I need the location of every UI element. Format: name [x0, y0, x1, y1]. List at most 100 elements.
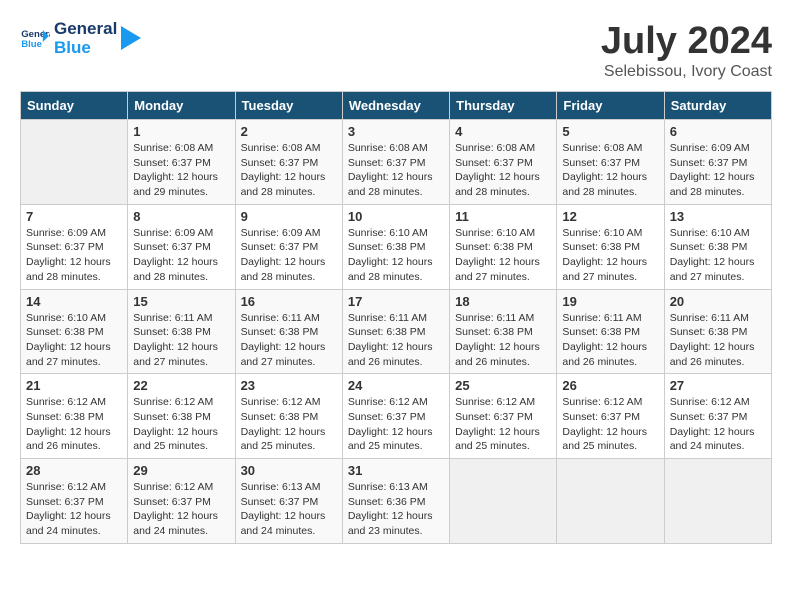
day-info: Sunrise: 6:11 AM Sunset: 6:38 PM Dayligh…	[562, 311, 658, 370]
calendar-cell: 26 Sunrise: 6:12 AM Sunset: 6:37 PM Dayli…	[557, 374, 664, 459]
day-number: 1	[133, 124, 229, 139]
calendar-cell: 21 Sunrise: 6:12 AM Sunset: 6:38 PM Dayli…	[21, 374, 128, 459]
calendar-header-row: SundayMondayTuesdayWednesdayThursdayFrid…	[21, 92, 772, 120]
calendar-cell: 5 Sunrise: 6:08 AM Sunset: 6:37 PM Daylig…	[557, 120, 664, 205]
day-info: Sunrise: 6:08 AM Sunset: 6:37 PM Dayligh…	[241, 141, 337, 200]
day-info: Sunrise: 6:08 AM Sunset: 6:37 PM Dayligh…	[455, 141, 551, 200]
day-info: Sunrise: 6:11 AM Sunset: 6:38 PM Dayligh…	[133, 311, 229, 370]
calendar-cell: 17Sunrise: 6:11 AM Sunset: 6:38 PM Dayli…	[342, 289, 449, 374]
day-info: Sunrise: 6:08 AM Sunset: 6:37 PM Dayligh…	[348, 141, 444, 200]
day-info: Sunrise: 6:12 AM Sunset: 6:37 PM Dayligh…	[348, 395, 444, 454]
day-info: Sunrise: 6:12 AM Sunset: 6:37 PM Dayligh…	[562, 395, 658, 454]
calendar-cell	[557, 459, 664, 544]
calendar-cell: 29Sunrise: 6:12 AM Sunset: 6:37 PM Dayli…	[128, 459, 235, 544]
calendar-cell: 6 Sunrise: 6:09 AM Sunset: 6:37 PM Daylig…	[664, 120, 771, 205]
day-number: 7	[26, 209, 122, 224]
day-number: 4	[455, 124, 551, 139]
day-info: Sunrise: 6:11 AM Sunset: 6:38 PM Dayligh…	[455, 311, 551, 370]
calendar-table: SundayMondayTuesdayWednesdayThursdayFrid…	[20, 91, 772, 544]
day-number: 18	[455, 294, 551, 309]
day-number: 16	[241, 294, 337, 309]
location-subtitle: Selebissou, Ivory Coast	[601, 63, 772, 81]
day-info: Sunrise: 6:10 AM Sunset: 6:38 PM Dayligh…	[26, 311, 122, 370]
day-number: 20	[670, 294, 766, 309]
day-info: Sunrise: 6:09 AM Sunset: 6:37 PM Dayligh…	[670, 141, 766, 200]
logo-blue: Blue	[54, 39, 117, 58]
svg-text:Blue: Blue	[21, 38, 42, 49]
day-number: 12	[562, 209, 658, 224]
day-info: Sunrise: 6:08 AM Sunset: 6:37 PM Dayligh…	[133, 141, 229, 200]
calendar-week-row: 14 Sunrise: 6:10 AM Sunset: 6:38 PM Dayli…	[21, 289, 772, 374]
calendar-cell: 11 Sunrise: 6:10 AM Sunset: 6:38 PM Dayli…	[450, 204, 557, 289]
day-header-saturday: Saturday	[664, 92, 771, 120]
calendar-week-row: 28 Sunrise: 6:12 AM Sunset: 6:37 PM Dayli…	[21, 459, 772, 544]
day-number: 10	[348, 209, 444, 224]
day-number: 5	[562, 124, 658, 139]
day-info: Sunrise: 6:11 AM Sunset: 6:38 PM Dayligh…	[348, 311, 444, 370]
calendar-cell: 7Sunrise: 6:09 AM Sunset: 6:37 PM Daylig…	[21, 204, 128, 289]
calendar-cell	[450, 459, 557, 544]
calendar-cell: 8Sunrise: 6:09 AM Sunset: 6:37 PM Daylig…	[128, 204, 235, 289]
day-info: Sunrise: 6:12 AM Sunset: 6:38 PM Dayligh…	[26, 395, 122, 454]
calendar-cell: 4 Sunrise: 6:08 AM Sunset: 6:37 PM Daylig…	[450, 120, 557, 205]
calendar-cell	[664, 459, 771, 544]
day-number: 6	[670, 124, 766, 139]
day-number: 15	[133, 294, 229, 309]
day-info: Sunrise: 6:09 AM Sunset: 6:37 PM Dayligh…	[241, 226, 337, 285]
page-header: General Blue General Blue July 2024 Sele…	[20, 20, 772, 81]
day-header-tuesday: Tuesday	[235, 92, 342, 120]
logo-general: General	[54, 20, 117, 39]
day-number: 31	[348, 463, 444, 478]
calendar-cell: 31 Sunrise: 6:13 AM Sunset: 6:36 PM Dayli…	[342, 459, 449, 544]
day-header-sunday: Sunday	[21, 92, 128, 120]
day-number: 21	[26, 378, 122, 393]
calendar-cell: 16 Sunrise: 6:11 AM Sunset: 6:38 PM Dayli…	[235, 289, 342, 374]
day-info: Sunrise: 6:12 AM Sunset: 6:38 PM Dayligh…	[133, 395, 229, 454]
day-info: Sunrise: 6:13 AM Sunset: 6:37 PM Dayligh…	[241, 480, 337, 539]
day-info: Sunrise: 6:11 AM Sunset: 6:38 PM Dayligh…	[241, 311, 337, 370]
calendar-cell: 18 Sunrise: 6:11 AM Sunset: 6:38 PM Dayli…	[450, 289, 557, 374]
day-info: Sunrise: 6:12 AM Sunset: 6:37 PM Dayligh…	[670, 395, 766, 454]
calendar-week-row: 7 Sunrise: 6:09 AM Sunset: 6:37 PM Daylig…	[21, 204, 772, 289]
calendar-cell: 28Sunrise: 6:12 AM Sunset: 6:37 PM Dayli…	[21, 459, 128, 544]
day-number: 2	[241, 124, 337, 139]
day-info: Sunrise: 6:09 AM Sunset: 6:37 PM Dayligh…	[133, 226, 229, 285]
day-number: 19	[562, 294, 658, 309]
calendar-cell: 23Sunrise: 6:12 AM Sunset: 6:38 PM Dayli…	[235, 374, 342, 459]
day-number: 26	[562, 378, 658, 393]
calendar-cell: 25 Sunrise: 6:12 AM Sunset: 6:37 PM Dayli…	[450, 374, 557, 459]
calendar-week-row: 1 Sunrise: 6:08 AM Sunset: 6:37 PM Daylig…	[21, 120, 772, 205]
calendar-cell: 12Sunrise: 6:10 AM Sunset: 6:38 PM Dayli…	[557, 204, 664, 289]
calendar-week-row: 21 Sunrise: 6:12 AM Sunset: 6:38 PM Dayli…	[21, 374, 772, 459]
day-info: Sunrise: 6:08 AM Sunset: 6:37 PM Dayligh…	[562, 141, 658, 200]
logo-arrow-icon	[121, 21, 141, 56]
day-number: 25	[455, 378, 551, 393]
day-number: 9	[241, 209, 337, 224]
calendar-cell: 13 Sunrise: 6:10 AM Sunset: 6:38 PM Dayli…	[664, 204, 771, 289]
day-number: 14	[26, 294, 122, 309]
calendar-cell: 2 Sunrise: 6:08 AM Sunset: 6:37 PM Daylig…	[235, 120, 342, 205]
calendar-cell: 9 Sunrise: 6:09 AM Sunset: 6:37 PM Daylig…	[235, 204, 342, 289]
day-info: Sunrise: 6:13 AM Sunset: 6:36 PM Dayligh…	[348, 480, 444, 539]
day-number: 24	[348, 378, 444, 393]
calendar-cell: 19 Sunrise: 6:11 AM Sunset: 6:38 PM Dayli…	[557, 289, 664, 374]
day-number: 11	[455, 209, 551, 224]
day-number: 13	[670, 209, 766, 224]
day-info: Sunrise: 6:12 AM Sunset: 6:37 PM Dayligh…	[455, 395, 551, 454]
day-header-wednesday: Wednesday	[342, 92, 449, 120]
day-number: 28	[26, 463, 122, 478]
day-number: 27	[670, 378, 766, 393]
day-info: Sunrise: 6:12 AM Sunset: 6:37 PM Dayligh…	[133, 480, 229, 539]
day-info: Sunrise: 6:10 AM Sunset: 6:38 PM Dayligh…	[455, 226, 551, 285]
day-number: 30	[241, 463, 337, 478]
month-year-title: July 2024	[601, 20, 772, 63]
calendar-cell: 24 Sunrise: 6:12 AM Sunset: 6:37 PM Dayli…	[342, 374, 449, 459]
calendar-cell	[21, 120, 128, 205]
calendar-cell: 14 Sunrise: 6:10 AM Sunset: 6:38 PM Dayli…	[21, 289, 128, 374]
calendar-cell: 10Sunrise: 6:10 AM Sunset: 6:38 PM Dayli…	[342, 204, 449, 289]
title-area: July 2024 Selebissou, Ivory Coast	[601, 20, 772, 81]
calendar-cell: 27 Sunrise: 6:12 AM Sunset: 6:37 PM Dayli…	[664, 374, 771, 459]
day-info: Sunrise: 6:10 AM Sunset: 6:38 PM Dayligh…	[670, 226, 766, 285]
day-header-thursday: Thursday	[450, 92, 557, 120]
calendar-cell: 3Sunrise: 6:08 AM Sunset: 6:37 PM Daylig…	[342, 120, 449, 205]
